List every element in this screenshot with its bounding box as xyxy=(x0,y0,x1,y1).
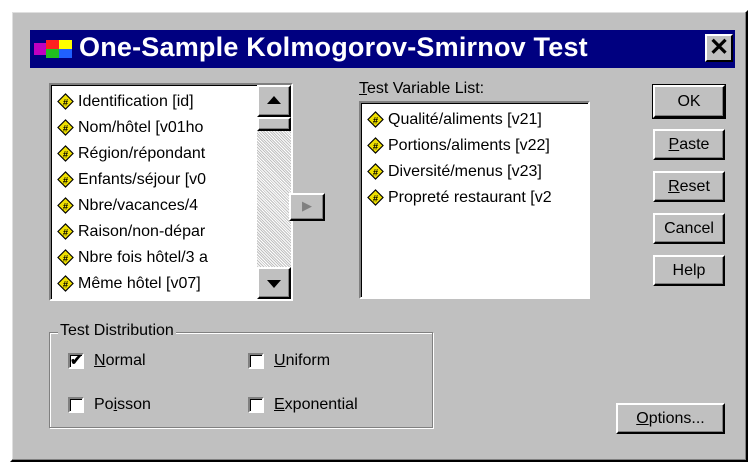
cancel-button[interactable]: Cancel xyxy=(653,213,725,244)
window-title: One-Sample Kolmogorov-Smirnov Test xyxy=(79,32,588,62)
list-item[interactable]: # Région/répondant xyxy=(57,140,205,167)
arrow-down-icon xyxy=(267,280,281,288)
close-button[interactable]: ✕ xyxy=(705,34,733,62)
svg-text:#: # xyxy=(373,115,379,126)
list-item-label: Même hôtel [v07] xyxy=(78,274,201,292)
list-item-label: Raison/non-dépar xyxy=(78,222,206,240)
scrollbar-thumb[interactable] xyxy=(257,117,291,131)
list-item[interactable]: # Propreté restaurant [v2 xyxy=(367,184,552,211)
svg-text:#: # xyxy=(373,167,379,178)
spss-app-icon xyxy=(34,40,72,58)
list-item-label: Région/répondant xyxy=(78,144,206,162)
uniform-checkbox[interactable] xyxy=(248,353,264,369)
exponential-checkbox[interactable] xyxy=(248,397,264,413)
vertical-scrollbar[interactable] xyxy=(257,85,291,299)
list-item-label: Portions/aliments [v22] xyxy=(388,136,550,154)
list-item-label: Nom/hôtel [v01ho xyxy=(78,118,204,136)
scale-variable-icon: # xyxy=(57,93,74,110)
svg-text:#: # xyxy=(63,175,69,186)
source-variable-list[interactable]: # Identification [id] # Nom/hôtel [v01ho #… xyxy=(49,83,293,301)
move-variable-button[interactable]: ▶ xyxy=(289,193,325,221)
list-item-label: Nbre fois hôtel/3 a xyxy=(78,248,208,266)
arrow-right-icon: ▶ xyxy=(302,198,312,213)
uniform-label: Uniform xyxy=(274,352,331,369)
list-item[interactable]: # Identification [id] xyxy=(57,88,194,115)
title-bar[interactable]: One-Sample Kolmogorov-Smirnov Test ✕ xyxy=(30,30,735,68)
scale-variable-icon: # xyxy=(367,163,384,180)
exponential-label: Exponential xyxy=(274,396,358,413)
scroll-up-button[interactable] xyxy=(257,85,291,117)
scale-variable-icon: # xyxy=(57,223,74,240)
list-item-label: Nbre/vacances/4 xyxy=(78,196,199,214)
svg-text:#: # xyxy=(63,253,69,264)
scale-variable-icon: # xyxy=(57,249,74,266)
svg-text:#: # xyxy=(63,123,69,134)
help-button[interactable]: Help xyxy=(653,255,725,286)
test-variable-list[interactable]: # Qualité/aliments [v21] # Portions/alimen… xyxy=(359,101,590,299)
dialog-body: # Identification [id] # Nom/hôtel [v01ho #… xyxy=(28,68,737,458)
svg-text:#: # xyxy=(63,279,69,290)
normal-label: Normal xyxy=(94,352,146,369)
svg-text:#: # xyxy=(63,201,69,212)
scale-variable-icon: # xyxy=(57,145,74,162)
paste-button[interactable]: Paste xyxy=(653,129,725,160)
poisson-checkbox[interactable] xyxy=(68,397,84,413)
list-item[interactable]: # Nom/hôtel [v01ho xyxy=(57,114,203,141)
list-item[interactable]: # Raison/non-dépar xyxy=(57,218,205,245)
list-item-label: Enfants/séjour [v0 xyxy=(78,170,207,188)
scale-variable-icon: # xyxy=(57,275,74,292)
scale-variable-icon: # xyxy=(57,171,74,188)
scale-variable-icon: # xyxy=(57,197,74,214)
options-button[interactable]: Options... xyxy=(616,403,725,434)
list-item[interactable]: # Nbre fois hôtel/3 a xyxy=(57,244,208,271)
list-item[interactable]: # Même hôtel [v07] xyxy=(57,270,201,297)
close-icon: ✕ xyxy=(708,34,730,61)
scale-variable-icon: # xyxy=(367,111,384,128)
reset-button[interactable]: Reset xyxy=(653,171,725,202)
scale-variable-icon: # xyxy=(367,189,384,206)
scale-variable-icon: # xyxy=(57,119,74,136)
svg-text:#: # xyxy=(63,149,69,160)
svg-text:#: # xyxy=(373,193,379,204)
svg-text:#: # xyxy=(63,97,69,108)
normal-checkbox[interactable]: ✔ xyxy=(68,353,84,369)
list-item[interactable]: # Qualité/aliments [v21] xyxy=(367,106,542,133)
ok-button[interactable]: OK xyxy=(652,84,726,119)
svg-text:#: # xyxy=(373,141,379,152)
svg-text:#: # xyxy=(63,227,69,238)
scroll-down-button[interactable] xyxy=(257,267,291,299)
list-item[interactable]: # Nbre/vacances/4 xyxy=(57,192,198,219)
arrow-up-icon xyxy=(267,96,281,104)
poisson-label: Poisson xyxy=(94,396,151,413)
list-item[interactable]: # Portions/aliments [v22] xyxy=(367,132,550,159)
list-item-label: Identification [id] xyxy=(78,92,194,110)
list-item[interactable]: # Diversité/menus [v23] xyxy=(367,158,542,185)
list-item-label: Propreté restaurant [v2 xyxy=(388,188,552,206)
scale-variable-icon: # xyxy=(367,137,384,154)
list-item[interactable]: # Enfants/séjour [v0 xyxy=(57,166,206,193)
list-item-label: Qualité/aliments [v21] xyxy=(388,110,542,128)
test-variable-list-label: Test Variable List: xyxy=(359,80,485,97)
test-distribution-legend: Test Distribution xyxy=(58,322,176,340)
checkmark-icon: ✔ xyxy=(70,352,83,369)
list-item-label: Diversité/menus [v23] xyxy=(388,162,542,180)
